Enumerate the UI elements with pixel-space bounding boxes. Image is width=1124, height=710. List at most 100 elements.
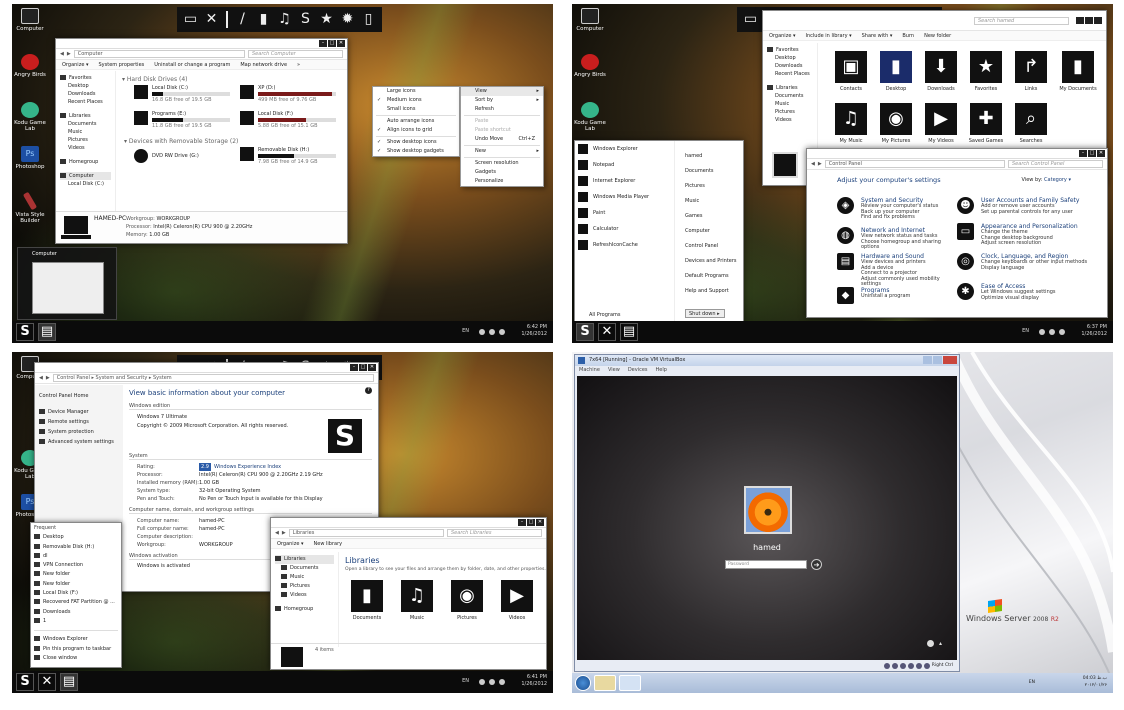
- nav-favorites[interactable]: Favorites: [767, 46, 813, 54]
- computer-icon[interactable]: ▭: [742, 11, 759, 28]
- minimize-button[interactable]: [923, 356, 932, 364]
- close-button[interactable]: ✕: [337, 40, 345, 47]
- language-indicator[interactable]: EN: [1022, 328, 1029, 335]
- search-input[interactable]: Search Computer: [248, 50, 343, 58]
- nav-item[interactable]: Documents: [60, 120, 111, 128]
- nav-item[interactable]: Pictures: [767, 108, 813, 116]
- menu-paste[interactable]: Paste: [461, 117, 543, 126]
- nav-libraries[interactable]: Libraries: [767, 84, 813, 92]
- flag-icon[interactable]: [1039, 329, 1045, 335]
- jump-item[interactable]: VPN Connection: [34, 561, 118, 570]
- program-windows-explorer[interactable]: Windows Explorer: [575, 141, 674, 157]
- nav-libraries[interactable]: Libraries: [275, 555, 334, 564]
- explorer-taskbar-button[interactable]: ▤: [60, 673, 78, 691]
- user-tile[interactable]: [744, 486, 792, 534]
- new-library-button[interactable]: New library: [314, 541, 343, 547]
- section-header-removable[interactable]: ▾ Devices with Removable Storage (2): [124, 138, 238, 145]
- jump-item[interactable]: Downloads: [34, 608, 118, 617]
- place-pictures[interactable]: Pictures: [675, 179, 743, 194]
- nav-item[interactable]: Pictures: [275, 582, 334, 591]
- password-field[interactable]: Password: [725, 560, 807, 569]
- menu-item[interactable]: Show desktop icons: [373, 138, 459, 147]
- menu-refresh[interactable]: Refresh: [461, 105, 543, 114]
- menu-machine[interactable]: Machine: [579, 366, 600, 375]
- cp-hardware-sound[interactable]: ▤ Hardware and Sound View devices and pri…: [837, 253, 972, 287]
- jump-item[interactable]: 1: [34, 617, 118, 626]
- drive-d[interactable]: XP (D:) 499 MB free of 9.76 GB: [240, 85, 340, 103]
- start-button[interactable]: S: [576, 323, 594, 341]
- program-paint[interactable]: Paint: [575, 205, 674, 221]
- jump-item[interactable]: New folder: [34, 580, 118, 589]
- folder-my-music[interactable]: ♫ My Music: [831, 103, 871, 144]
- control-panel-taskbar-button[interactable]: ✕: [598, 323, 616, 341]
- close-button[interactable]: ✕: [1097, 150, 1105, 157]
- nav-item[interactable]: Pictures: [60, 136, 111, 144]
- minimize-button[interactable]: –: [518, 519, 526, 526]
- program-notepad[interactable]: Notepad: [575, 157, 674, 173]
- nav-homegroup[interactable]: Homegroup: [60, 158, 111, 166]
- search-input[interactable]: Search Libraries: [447, 529, 542, 537]
- menu-item[interactable]: Small icons: [373, 105, 459, 114]
- language-indicator[interactable]: EN: [462, 328, 469, 335]
- address-field[interactable]: Computer: [73, 50, 245, 58]
- maximize-button[interactable]: [933, 356, 942, 364]
- volume-icon[interactable]: [1059, 329, 1065, 335]
- section-header-hdd[interactable]: ▾ Hard Disk Drives (4): [122, 76, 343, 83]
- language-indicator[interactable]: EN: [462, 678, 469, 685]
- cd-status-icon[interactable]: [891, 662, 898, 669]
- tools-icon[interactable]: ✕: [203, 11, 220, 28]
- maximize-button[interactable]: [1085, 17, 1093, 24]
- menu-undo[interactable]: Undo Move Ctrl+Z: [461, 135, 543, 144]
- maximize-button[interactable]: □: [527, 519, 535, 526]
- jump-pin[interactable]: Pin this program to taskbar: [34, 645, 118, 654]
- close-button[interactable]: ✕: [368, 364, 376, 371]
- explorer-taskbar-button[interactable]: ▤: [620, 323, 638, 341]
- start-button[interactable]: S: [16, 673, 34, 691]
- virtualbox-taskbar-button[interactable]: [619, 675, 641, 691]
- minimize-button[interactable]: –: [319, 40, 327, 47]
- place-computer[interactable]: Computer: [675, 224, 743, 239]
- menu-new[interactable]: New: [461, 147, 543, 156]
- drive-f[interactable]: Local Disk (F:) 5.88 GB free of 15.1 GB: [240, 111, 340, 129]
- program-media-player[interactable]: Windows Media Player: [575, 189, 674, 205]
- jump-item[interactable]: dl: [34, 552, 118, 561]
- forward-icon[interactable]: ▶: [46, 375, 50, 381]
- cp-programs[interactable]: ◆ Programs Uninstall a program: [837, 287, 972, 307]
- device-manager-link[interactable]: Device Manager: [39, 407, 119, 417]
- shutdown-button[interactable]: Shut down ▸: [685, 309, 725, 318]
- network-icon[interactable]: [1049, 329, 1055, 335]
- drive-e[interactable]: Programs (E:) 11.8 GB free of 19.5 GB: [134, 111, 234, 129]
- close-button[interactable]: [943, 356, 957, 364]
- back-icon[interactable]: ◀: [60, 51, 64, 57]
- nav-item[interactable]: Downloads: [767, 62, 813, 70]
- network-icon[interactable]: [489, 329, 495, 335]
- place-help[interactable]: Help and Support: [675, 284, 743, 299]
- folder-my-documents[interactable]: ▮ My Documents: [1056, 51, 1100, 92]
- desktop-icon-vista-builder[interactable]: Vista Style Builder: [12, 191, 50, 224]
- place-default-programs[interactable]: Default Programs: [675, 269, 743, 284]
- nav-item[interactable]: Videos: [767, 116, 813, 124]
- folder-favorites[interactable]: ★ Favorites: [966, 51, 1006, 92]
- more-button[interactable]: »: [297, 62, 300, 68]
- new-folder-button[interactable]: New folder: [924, 33, 951, 39]
- view-by[interactable]: View by: Category ▾: [1022, 177, 1071, 183]
- nav-item[interactable]: Documents: [767, 92, 813, 100]
- menu-view[interactable]: View: [608, 366, 620, 375]
- nav-item[interactable]: Downloads: [60, 90, 111, 98]
- menu-item[interactable]: Large icons: [373, 87, 459, 96]
- submit-arrow-icon[interactable]: ➔: [811, 559, 822, 570]
- map-drive-button[interactable]: Map network drive: [240, 62, 287, 68]
- forward-icon[interactable]: ▶: [282, 530, 286, 536]
- desktop-icon-computer[interactable]: Computer: [572, 8, 610, 32]
- nav-item[interactable]: Documents: [275, 564, 334, 573]
- shared-folder-status-icon[interactable]: [915, 662, 922, 669]
- s-logo-icon[interactable]: S: [297, 11, 314, 28]
- nav-item[interactable]: Videos: [60, 144, 111, 152]
- folder-searches[interactable]: ⌕ Searches: [1011, 103, 1051, 144]
- maximize-button[interactable]: □: [359, 364, 367, 371]
- menu-item[interactable]: Align icons to grid: [373, 126, 459, 135]
- volume-icon[interactable]: [499, 329, 505, 335]
- burn-button[interactable]: Burn: [902, 33, 914, 39]
- desktop-icon-kodu[interactable]: Kodu Game Lab: [12, 102, 50, 132]
- flag-icon[interactable]: [479, 679, 485, 685]
